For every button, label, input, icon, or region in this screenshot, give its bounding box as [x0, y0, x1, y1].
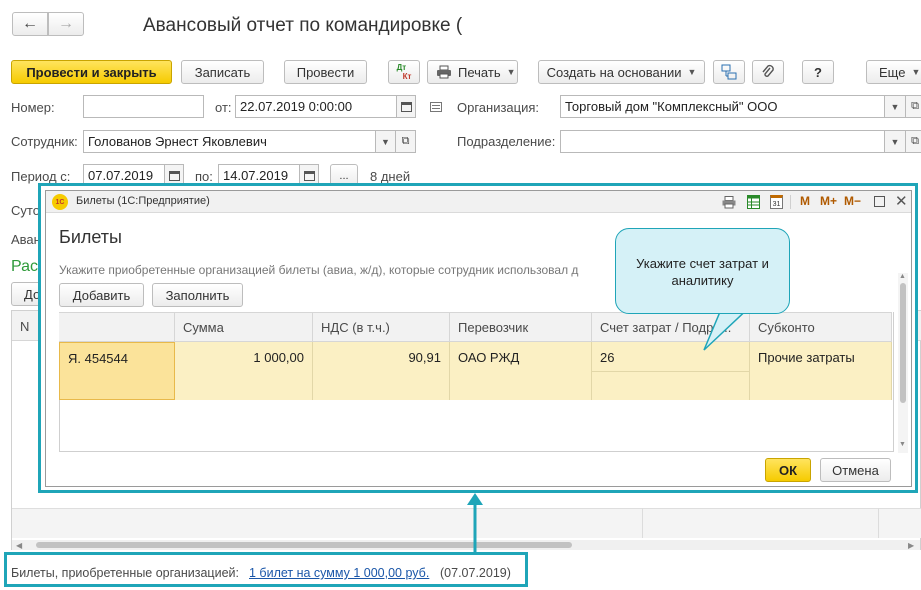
save-button[interactable]: Записать [181, 60, 264, 84]
help-button[interactable]: ? [802, 60, 834, 84]
close-icon[interactable]: ✕ [895, 192, 908, 210]
footer-divider [878, 508, 879, 538]
structure-button[interactable] [713, 60, 745, 84]
print-button[interactable]: Печать ▼ [427, 60, 518, 84]
organization-dropdown-button[interactable]: ▼ [884, 95, 906, 118]
cell-document[interactable]: Я. 454544 [59, 342, 175, 400]
employee-label: Сотрудник: [11, 134, 78, 149]
add-ticket-button[interactable]: Добавить [59, 283, 144, 307]
number-field[interactable] [83, 95, 204, 118]
division-label: Подразделение: [457, 134, 556, 149]
scroll-left-arrow[interactable]: ◀ [16, 541, 22, 550]
post-and-close-button[interactable]: Провести и закрыть [11, 60, 172, 84]
number-label: Номер: [11, 100, 55, 115]
caret-down-icon: ▼ [506, 67, 516, 77]
advances-label: Аван [11, 232, 41, 247]
post-button[interactable]: Провести [284, 60, 367, 84]
col-header-vat[interactable]: НДС (в т.ч.) [313, 312, 450, 342]
organization-label: Организация: [457, 100, 540, 115]
open-window-icon: ⧉ [911, 100, 919, 112]
daily-allowance-label: Суто [11, 203, 40, 218]
footer-divider [642, 508, 643, 538]
expenses-col-number: N [20, 319, 30, 334]
document-list-icon [430, 102, 442, 112]
organization-field[interactable]: Торговый дом "Комплексный" ООО [560, 95, 885, 118]
cell-vat[interactable]: 90,91 [313, 342, 450, 400]
calendar-icon[interactable]: 31 [770, 195, 783, 209]
scrollbar-thumb[interactable] [36, 542, 572, 548]
printer-icon[interactable] [722, 196, 736, 209]
callout-hint: Укажите счет затрат и аналитику [615, 228, 790, 314]
printer-icon [437, 65, 451, 79]
caret-down-icon: ▼ [687, 67, 697, 77]
date-calendar-button[interactable] [396, 95, 416, 118]
open-window-icon: ⧉ [401, 135, 410, 147]
tickets-footer-label: Билеты, приобретенные организацией: [11, 566, 239, 580]
memory-m-button[interactable]: M [800, 194, 810, 208]
dialog-hint: Укажите приобретенные организацией билет… [59, 263, 579, 277]
caret-down-icon: ▼ [890, 136, 900, 147]
scrollbar-thumb[interactable] [900, 283, 906, 403]
period-to-label: по: [195, 169, 213, 184]
col-header-amount[interactable]: Сумма [175, 312, 313, 342]
memory-mminus-button[interactable]: M− [844, 194, 861, 208]
arrow-right-icon: → [58, 15, 74, 32]
cell-account-analytics[interactable] [592, 372, 750, 400]
tickets-summary-link[interactable]: 1 билет на сумму 1 000,00 руб. [249, 566, 429, 580]
caret-down-icon: ▼ [911, 67, 921, 77]
ok-button[interactable]: ОК [765, 458, 811, 482]
print-label: Печать [458, 64, 501, 80]
calendar-icon [168, 171, 180, 181]
date-label: от: [215, 100, 232, 115]
create-based-label: Создать на основании [546, 64, 682, 80]
expenses-group-title: Рас [11, 258, 39, 275]
division-dropdown-button[interactable]: ▼ [884, 130, 906, 153]
spreadsheet-icon[interactable] [747, 195, 760, 209]
back-button[interactable]: ← [12, 12, 48, 36]
scroll-up-arrow[interactable]: ▲ [899, 273, 906, 280]
maximize-button[interactable] [874, 196, 885, 207]
titlebar-separator [790, 195, 791, 209]
col-header-carrier[interactable]: Перевозчик [450, 312, 592, 342]
organization-open-button[interactable]: ⧉ [905, 95, 921, 118]
dtkt-icon: Дт Кт [396, 63, 412, 81]
period-from-label: Период с: [11, 169, 71, 184]
employee-field[interactable]: Голованов Эрнест Яковлевич [83, 130, 376, 153]
employee-open-button[interactable]: ⧉ [395, 130, 416, 153]
more-label: Еще [879, 64, 906, 80]
create-based-on-button[interactable]: Создать на основании ▼ [538, 60, 705, 84]
caret-down-icon: ▼ [890, 101, 900, 112]
cancel-button[interactable]: Отмена [820, 458, 891, 482]
dialog-window-title: Билеты (1С:Предприятие) [76, 195, 210, 207]
fill-button[interactable]: Заполнить [152, 283, 243, 307]
dtkt-button[interactable]: Дт Кт [388, 60, 420, 84]
caret-down-icon: ▼ [381, 136, 390, 147]
connector-arrow [467, 493, 483, 552]
date-field[interactable]: 22.07.2019 0:00:00 [235, 95, 397, 118]
division-open-button[interactable]: ⧉ [905, 130, 921, 153]
cell-amount[interactable]: 1 000,00 [175, 342, 313, 400]
open-window-icon: ⧉ [911, 135, 919, 147]
page-title: Авансовый отчет по командировке ( [143, 15, 463, 36]
paperclip-icon [762, 64, 774, 77]
vertical-scrollbar[interactable]: ▲ ▼ [898, 273, 908, 453]
scroll-right-arrow[interactable]: ▶ [908, 541, 914, 550]
structure-icon [721, 64, 737, 80]
more-button[interactable]: Еще ▼ [866, 60, 921, 84]
scroll-down-arrow[interactable]: ▼ [899, 441, 906, 448]
calendar-icon [400, 102, 412, 112]
dialog-heading: Билеты [59, 227, 122, 247]
calendar-icon [303, 171, 315, 181]
app-logo-icon: 1С [52, 194, 68, 210]
col-header-document[interactable] [59, 312, 175, 342]
days-count: 8 дней [370, 169, 411, 184]
tickets-footer-date: (07.07.2019) [440, 566, 511, 580]
employee-dropdown-button[interactable]: ▼ [375, 130, 396, 153]
division-field[interactable] [560, 130, 885, 153]
cell-carrier[interactable]: ОАО РЖД [450, 342, 592, 400]
attach-button[interactable] [752, 60, 784, 84]
arrow-left-icon: ← [22, 15, 38, 32]
memory-mplus-button[interactable]: M+ [820, 194, 837, 208]
forward-button[interactable]: → [48, 12, 84, 36]
